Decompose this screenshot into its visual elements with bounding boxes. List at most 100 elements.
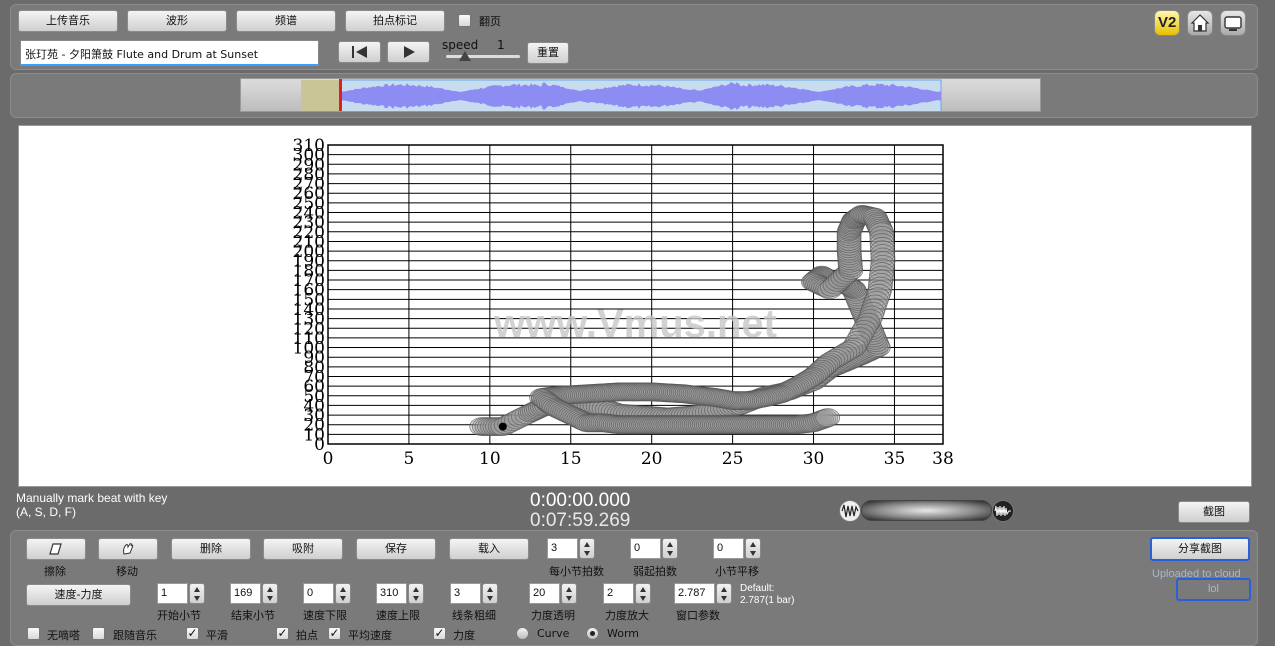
spectrum-button[interactable]: 频谱 bbox=[236, 10, 336, 32]
worm-radio[interactable] bbox=[586, 627, 599, 640]
skip-to-start-button[interactable] bbox=[338, 41, 381, 63]
end-bar-arrows[interactable] bbox=[262, 583, 278, 604]
follow-music-label: 跟随音乐 bbox=[113, 629, 157, 642]
move-button[interactable] bbox=[98, 538, 158, 560]
song-title-field[interactable]: 张玎苑 - 夕阳箫鼓 Flute and Drum at Sunset bbox=[20, 40, 319, 66]
upload-music-button[interactable]: 上传音乐 bbox=[18, 10, 118, 32]
force-alpha-value[interactable]: 20 bbox=[529, 583, 560, 604]
bar-shift-value[interactable]: 0 bbox=[713, 538, 744, 559]
playhead-marker[interactable] bbox=[339, 79, 342, 112]
beats-per-bar-arrows[interactable] bbox=[579, 538, 595, 559]
beat-point-checkbox[interactable]: ✓ bbox=[276, 627, 289, 640]
window-label: 窗口参数 bbox=[676, 609, 720, 622]
play-icon bbox=[403, 46, 415, 58]
tempo-force-chart[interactable]: 0 5 10 15 20 25 30 35 38010203040506070809010011… bbox=[18, 125, 1252, 487]
force-checkbox[interactable]: ✓ bbox=[433, 627, 446, 640]
beat-point-label: 拍点 bbox=[296, 629, 318, 642]
snap-button[interactable]: 吸附 bbox=[263, 538, 343, 560]
x-tick-label: 5 bbox=[404, 449, 415, 469]
default-line-1: Default: bbox=[740, 583, 775, 594]
monitor-icon bbox=[1224, 16, 1242, 31]
pickup-value[interactable]: 0 bbox=[630, 538, 661, 559]
eraser-icon bbox=[49, 543, 62, 555]
force-scale-arrows[interactable] bbox=[635, 583, 651, 604]
follow-music-checkbox[interactable] bbox=[92, 627, 105, 640]
cloud-link-text: lol bbox=[1207, 583, 1219, 595]
eraser-button[interactable] bbox=[26, 538, 86, 560]
waveform-button[interactable]: 波形 bbox=[127, 10, 227, 32]
delete-button[interactable]: 删除 bbox=[171, 538, 251, 560]
force-alpha-arrows[interactable] bbox=[561, 583, 577, 604]
x-tick-label: 25 bbox=[722, 449, 744, 469]
y-tick-label: 310 bbox=[293, 136, 325, 156]
speed-max-arrows[interactable] bbox=[408, 583, 424, 604]
smooth-checkbox[interactable]: ✓ bbox=[186, 627, 199, 640]
speed-max-label: 速度上限 bbox=[376, 609, 420, 622]
load-button[interactable]: 载入 bbox=[449, 538, 529, 560]
curve-radio[interactable] bbox=[516, 627, 529, 640]
speed-min-arrows[interactable] bbox=[335, 583, 351, 604]
x-tick-label: 10 bbox=[479, 449, 501, 469]
bar-shift-label: 小节平移 bbox=[715, 565, 759, 578]
worm-head-point bbox=[498, 422, 507, 431]
screenshot-button[interactable]: 截图 bbox=[1178, 501, 1250, 523]
end-bar-value[interactable]: 169 bbox=[230, 583, 261, 604]
x-tick-label: 35 bbox=[884, 449, 906, 469]
time-total: 0:07:59.269 bbox=[530, 510, 631, 531]
bar-shift-arrows[interactable] bbox=[745, 538, 761, 559]
share-screenshot-button[interactable]: 分享截图 bbox=[1150, 537, 1250, 561]
speed-value: 1 bbox=[497, 38, 505, 52]
x-tick-label: 30 bbox=[803, 449, 825, 469]
beat-mark-button[interactable]: 拍点标记 bbox=[345, 10, 445, 32]
no-click-checkbox[interactable] bbox=[27, 627, 40, 640]
beats-per-bar-value[interactable]: 3 bbox=[547, 538, 578, 559]
save-button[interactable]: 保存 bbox=[356, 538, 436, 560]
hint-line-1: Manually mark beat with key bbox=[16, 491, 168, 505]
pickup-label: 弱起拍数 bbox=[633, 565, 677, 578]
start-bar-arrows[interactable] bbox=[189, 583, 205, 604]
waveform-graph bbox=[301, 79, 942, 112]
no-click-label: 无嘀嗒 bbox=[47, 629, 80, 642]
avg-speed-checkbox[interactable]: ✓ bbox=[328, 627, 341, 640]
x-tick-label: 20 bbox=[641, 449, 663, 469]
waveform-view[interactable] bbox=[240, 78, 1041, 112]
window-arrows[interactable] bbox=[716, 583, 732, 604]
start-bar-value[interactable]: 1 bbox=[157, 583, 188, 604]
speed-slider-thumb[interactable] bbox=[458, 51, 471, 61]
zoom-slider[interactable] bbox=[861, 500, 992, 521]
speed-max-value[interactable]: 310 bbox=[376, 583, 407, 604]
line-width-arrows[interactable] bbox=[482, 583, 498, 604]
worm-segment bbox=[815, 408, 841, 428]
flip-page-checkbox[interactable] bbox=[458, 14, 471, 27]
v2-button[interactable]: V2 bbox=[1154, 10, 1180, 36]
home-icon bbox=[1190, 14, 1210, 32]
flip-page-label: 翻页 bbox=[479, 15, 501, 28]
watermark-text: www.Vmus.net bbox=[493, 302, 777, 346]
speed-slider-track[interactable] bbox=[446, 55, 520, 58]
start-bar-label: 开始小节 bbox=[157, 609, 201, 622]
hint-line-2: (A, S, D, F) bbox=[16, 505, 76, 519]
cloud-link-field[interactable]: lol bbox=[1176, 578, 1251, 601]
play-button[interactable] bbox=[387, 41, 430, 63]
speed-force-button[interactable]: 速度-力度 bbox=[26, 584, 131, 606]
skip-start-icon bbox=[351, 46, 367, 58]
window-value[interactable]: 2.787 bbox=[674, 583, 715, 604]
curve-label: Curve bbox=[537, 627, 570, 640]
worm-label: Worm bbox=[607, 627, 640, 640]
zoom-out-wave-icon[interactable] bbox=[839, 500, 861, 522]
force-scale-value[interactable]: 2 bbox=[603, 583, 634, 604]
line-width-value[interactable]: 3 bbox=[450, 583, 481, 604]
pickup-arrows[interactable] bbox=[662, 538, 678, 559]
avg-speed-label: 平均速度 bbox=[348, 629, 392, 642]
fullscreen-button[interactable] bbox=[1220, 10, 1246, 36]
x-tick-label: 15 bbox=[560, 449, 582, 469]
reset-button[interactable]: 重置 bbox=[527, 42, 569, 64]
home-button[interactable] bbox=[1187, 10, 1213, 36]
speed-label: speed bbox=[442, 38, 479, 52]
end-bar-label: 结束小节 bbox=[231, 609, 275, 622]
speed-min-value[interactable]: 0 bbox=[303, 583, 334, 604]
default-line-2: 2.787(1 bar) bbox=[740, 595, 795, 606]
zoom-in-wave-icon[interactable] bbox=[992, 500, 1014, 522]
move-hand-icon bbox=[123, 543, 134, 555]
song-title-text: 张玎苑 - 夕阳箫鼓 Flute and Drum at Sunset bbox=[25, 48, 259, 61]
